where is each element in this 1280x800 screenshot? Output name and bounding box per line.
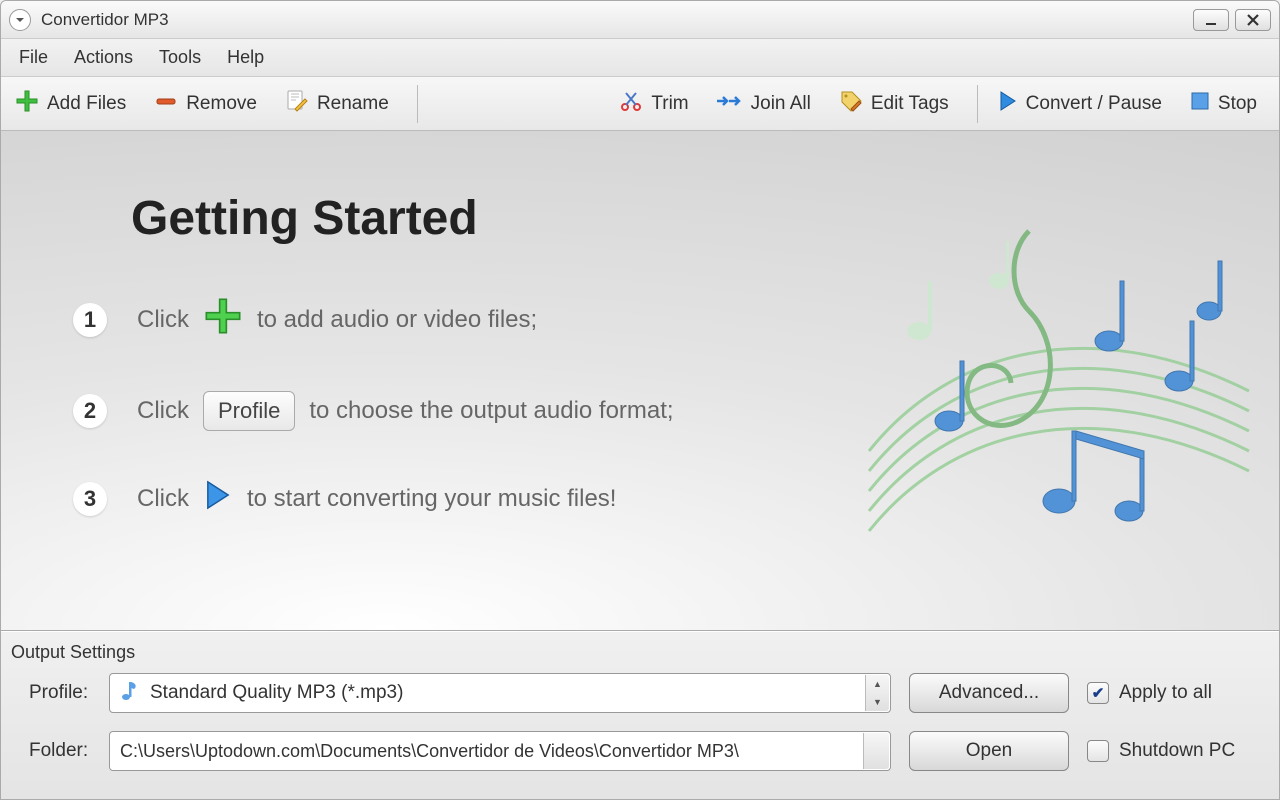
join-all-button[interactable]: Join All xyxy=(707,85,829,123)
titlebar: Convertidor MP3 xyxy=(1,1,1279,39)
apply-to-all-checkbox[interactable]: Apply to all xyxy=(1087,682,1257,704)
toolbar: Add Files Remove Rename Trim Join xyxy=(1,77,1279,131)
add-files-button[interactable]: Add Files xyxy=(5,83,144,125)
folder-value: C:\Users\Uptodown.com\Documents\Converti… xyxy=(120,741,739,762)
advanced-button[interactable]: Advanced... xyxy=(909,673,1069,713)
profile-combobox[interactable]: Standard Quality MP3 (*.mp3) ▲▼ xyxy=(109,673,891,713)
step-number: 1 xyxy=(73,303,107,337)
join-all-label: Join All xyxy=(751,93,811,115)
step-text: Click xyxy=(137,397,189,425)
music-notes-artwork xyxy=(829,191,1269,591)
stop-button[interactable]: Stop xyxy=(1180,85,1275,123)
step-text: to choose the output audio format; xyxy=(309,397,673,425)
menubar: File Actions Tools Help xyxy=(1,39,1279,77)
plus-icon xyxy=(203,296,243,343)
convert-pause-label: Convert / Pause xyxy=(1026,93,1162,115)
convert-pause-button[interactable]: Convert / Pause xyxy=(988,84,1180,124)
play-icon xyxy=(998,90,1018,118)
add-files-label: Add Files xyxy=(47,93,126,115)
step-text: Click xyxy=(137,306,189,334)
toolbar-separator xyxy=(977,85,978,123)
profile-label: Profile: xyxy=(9,682,91,704)
minimize-button[interactable] xyxy=(1193,9,1229,31)
menu-actions[interactable]: Actions xyxy=(64,41,147,74)
menu-file[interactable]: File xyxy=(9,41,62,74)
remove-label: Remove xyxy=(186,93,257,115)
getting-started-panel: Getting Started 1 Click to add audio or … xyxy=(1,131,1279,631)
trim-label: Trim xyxy=(651,93,688,115)
apply-to-all-label: Apply to all xyxy=(1119,682,1212,704)
stop-label: Stop xyxy=(1218,93,1257,115)
step-text: to start converting your music files! xyxy=(247,485,616,513)
rename-label: Rename xyxy=(317,93,389,115)
window-title: Convertidor MP3 xyxy=(41,10,1187,30)
edit-tags-label: Edit Tags xyxy=(871,93,949,115)
remove-button[interactable]: Remove xyxy=(144,83,275,125)
music-note-icon xyxy=(120,679,140,707)
play-icon xyxy=(203,479,233,518)
shutdown-pc-checkbox[interactable]: Shutdown PC xyxy=(1087,740,1257,762)
step-text: Click xyxy=(137,485,189,513)
stop-icon xyxy=(1190,91,1210,117)
profile-value: Standard Quality MP3 (*.mp3) xyxy=(150,682,403,704)
tag-icon xyxy=(839,89,863,119)
folder-label: Folder: xyxy=(9,740,91,762)
system-menu-icon[interactable] xyxy=(9,9,31,31)
step-number: 3 xyxy=(73,482,107,516)
shutdown-pc-label: Shutdown PC xyxy=(1119,740,1235,762)
menu-help[interactable]: Help xyxy=(217,41,278,74)
step-number: 2 xyxy=(73,394,107,428)
open-button[interactable]: Open xyxy=(909,731,1069,771)
toolbar-separator xyxy=(417,85,418,123)
browse-button[interactable] xyxy=(863,733,889,769)
checkbox-icon xyxy=(1087,740,1109,762)
output-settings-panel: Output Settings Profile: Standard Qualit… xyxy=(1,631,1279,799)
profile-row: Profile: Standard Quality MP3 (*.mp3) ▲▼… xyxy=(9,673,1257,713)
minus-icon xyxy=(154,89,178,119)
output-settings-label: Output Settings xyxy=(9,642,1257,663)
combo-spinner[interactable]: ▲▼ xyxy=(865,675,889,711)
join-icon xyxy=(717,91,743,117)
folder-row: Folder: C:\Users\Uptodown.com\Documents\… xyxy=(9,731,1257,771)
checkbox-icon xyxy=(1087,682,1109,704)
folder-input[interactable]: C:\Users\Uptodown.com\Documents\Converti… xyxy=(109,731,891,771)
step-text: to add audio or video files; xyxy=(257,306,537,334)
scissors-icon xyxy=(619,89,643,119)
close-button[interactable] xyxy=(1235,9,1271,31)
profile-button-sample: Profile xyxy=(203,391,295,431)
edit-tags-button[interactable]: Edit Tags xyxy=(829,83,967,125)
plus-icon xyxy=(15,89,39,119)
trim-button[interactable]: Trim xyxy=(609,83,706,125)
rename-button[interactable]: Rename xyxy=(275,83,407,125)
app-window: Convertidor MP3 File Actions Tools Help … xyxy=(0,0,1280,800)
rename-icon xyxy=(285,89,309,119)
menu-tools[interactable]: Tools xyxy=(149,41,215,74)
